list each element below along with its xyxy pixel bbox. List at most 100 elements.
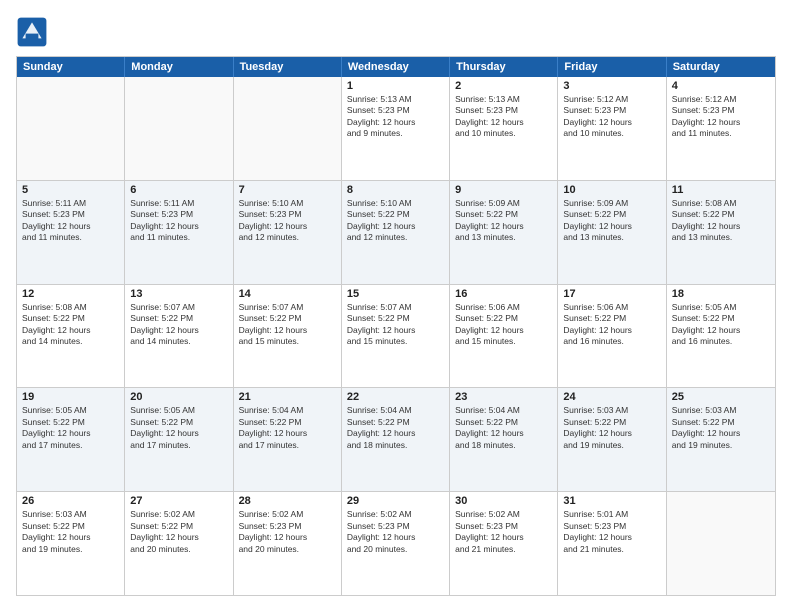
day-info: Sunrise: 5:11 AM Sunset: 5:23 PM Dayligh…	[22, 198, 119, 244]
day-info: Sunrise: 5:04 AM Sunset: 5:22 PM Dayligh…	[239, 405, 336, 451]
day-cell: 7 Sunrise: 5:10 AM Sunset: 5:23 PM Daylig…	[234, 181, 342, 284]
day-cell: 12 Sunrise: 5:08 AM Sunset: 5:22 PM Dayli…	[17, 285, 125, 388]
day-number: 6	[130, 184, 227, 196]
day-number: 30	[455, 495, 552, 507]
day-cell: 2 Sunrise: 5:13 AM Sunset: 5:23 PM Daylig…	[450, 77, 558, 180]
day-info: Sunrise: 5:06 AM Sunset: 5:22 PM Dayligh…	[563, 302, 660, 348]
day-cell	[234, 77, 342, 180]
day-cell: 5 Sunrise: 5:11 AM Sunset: 5:23 PM Daylig…	[17, 181, 125, 284]
day-info: Sunrise: 5:09 AM Sunset: 5:22 PM Dayligh…	[563, 198, 660, 244]
day-header: Tuesday	[234, 57, 342, 77]
day-info: Sunrise: 5:04 AM Sunset: 5:22 PM Dayligh…	[455, 405, 552, 451]
day-info: Sunrise: 5:07 AM Sunset: 5:22 PM Dayligh…	[239, 302, 336, 348]
day-number: 25	[672, 391, 770, 403]
page: SundayMondayTuesdayWednesdayThursdayFrid…	[0, 0, 792, 612]
day-number: 1	[347, 80, 444, 92]
day-info: Sunrise: 5:05 AM Sunset: 5:22 PM Dayligh…	[22, 405, 119, 451]
day-cell: 21 Sunrise: 5:04 AM Sunset: 5:22 PM Dayli…	[234, 388, 342, 491]
day-cell: 9 Sunrise: 5:09 AM Sunset: 5:22 PM Daylig…	[450, 181, 558, 284]
day-cell: 20 Sunrise: 5:05 AM Sunset: 5:22 PM Dayli…	[125, 388, 233, 491]
day-header: Thursday	[450, 57, 558, 77]
day-info: Sunrise: 5:02 AM Sunset: 5:22 PM Dayligh…	[130, 509, 227, 555]
day-cell: 18Sunrise: 5:05 AM Sunset: 5:22 PM Dayli…	[667, 285, 775, 388]
day-info: Sunrise: 5:03 AM Sunset: 5:22 PM Dayligh…	[563, 405, 660, 451]
day-cell: 15 Sunrise: 5:07 AM Sunset: 5:22 PM Dayli…	[342, 285, 450, 388]
day-cell: 6Sunrise: 5:11 AM Sunset: 5:23 PM Daylig…	[125, 181, 233, 284]
day-number: 23	[455, 391, 552, 403]
day-info: Sunrise: 5:03 AM Sunset: 5:22 PM Dayligh…	[22, 509, 119, 555]
day-cell: 11 Sunrise: 5:08 AM Sunset: 5:22 PM Dayli…	[667, 181, 775, 284]
weeks: 1 Sunrise: 5:13 AM Sunset: 5:23 PM Daylig…	[17, 77, 775, 595]
day-cell: 10Sunrise: 5:09 AM Sunset: 5:22 PM Dayli…	[558, 181, 666, 284]
day-info: Sunrise: 5:12 AM Sunset: 5:23 PM Dayligh…	[563, 94, 660, 140]
day-number: 2	[455, 80, 552, 92]
day-info: Sunrise: 5:07 AM Sunset: 5:22 PM Dayligh…	[347, 302, 444, 348]
day-cell: 16Sunrise: 5:06 AM Sunset: 5:22 PM Dayli…	[450, 285, 558, 388]
day-info: Sunrise: 5:05 AM Sunset: 5:22 PM Dayligh…	[672, 302, 770, 348]
day-number: 14	[239, 288, 336, 300]
day-cell: 27 Sunrise: 5:02 AM Sunset: 5:22 PM Dayli…	[125, 492, 233, 595]
day-info: Sunrise: 5:03 AM Sunset: 5:22 PM Dayligh…	[672, 405, 770, 451]
logo-icon	[16, 16, 48, 48]
day-cell: 8Sunrise: 5:10 AM Sunset: 5:22 PM Daylig…	[342, 181, 450, 284]
day-cell: 28 Sunrise: 5:02 AM Sunset: 5:23 PM Dayli…	[234, 492, 342, 595]
day-number: 29	[347, 495, 444, 507]
day-cell: 19 Sunrise: 5:05 AM Sunset: 5:22 PM Dayli…	[17, 388, 125, 491]
week-row: 19 Sunrise: 5:05 AM Sunset: 5:22 PM Dayli…	[17, 388, 775, 492]
day-info: Sunrise: 5:08 AM Sunset: 5:22 PM Dayligh…	[22, 302, 119, 348]
day-number: 19	[22, 391, 119, 403]
day-cell: 4Sunrise: 5:12 AM Sunset: 5:23 PM Daylig…	[667, 77, 775, 180]
day-number: 7	[239, 184, 336, 196]
day-cell	[125, 77, 233, 180]
day-number: 27	[130, 495, 227, 507]
day-number: 17	[563, 288, 660, 300]
day-info: Sunrise: 5:02 AM Sunset: 5:23 PM Dayligh…	[239, 509, 336, 555]
logo	[16, 16, 52, 48]
day-cell: 29 Sunrise: 5:02 AM Sunset: 5:23 PM Dayli…	[342, 492, 450, 595]
day-cell	[667, 492, 775, 595]
day-cell: 17 Sunrise: 5:06 AM Sunset: 5:22 PM Dayli…	[558, 285, 666, 388]
day-number: 5	[22, 184, 119, 196]
day-number: 15	[347, 288, 444, 300]
day-info: Sunrise: 5:13 AM Sunset: 5:23 PM Dayligh…	[455, 94, 552, 140]
day-number: 28	[239, 495, 336, 507]
day-number: 4	[672, 80, 770, 92]
day-info: Sunrise: 5:10 AM Sunset: 5:22 PM Dayligh…	[347, 198, 444, 244]
day-number: 13	[130, 288, 227, 300]
day-info: Sunrise: 5:10 AM Sunset: 5:23 PM Dayligh…	[239, 198, 336, 244]
day-info: Sunrise: 5:02 AM Sunset: 5:23 PM Dayligh…	[347, 509, 444, 555]
day-headers: SundayMondayTuesdayWednesdayThursdayFrid…	[17, 57, 775, 77]
day-number: 12	[22, 288, 119, 300]
day-header: Monday	[125, 57, 233, 77]
week-row: 1 Sunrise: 5:13 AM Sunset: 5:23 PM Daylig…	[17, 77, 775, 181]
day-number: 24	[563, 391, 660, 403]
day-cell: 30 Sunrise: 5:02 AM Sunset: 5:23 PM Dayli…	[450, 492, 558, 595]
week-row: 26 Sunrise: 5:03 AM Sunset: 5:22 PM Dayli…	[17, 492, 775, 595]
day-cell: 22Sunrise: 5:04 AM Sunset: 5:22 PM Dayli…	[342, 388, 450, 491]
day-cell: 26 Sunrise: 5:03 AM Sunset: 5:22 PM Dayli…	[17, 492, 125, 595]
day-info: Sunrise: 5:05 AM Sunset: 5:22 PM Dayligh…	[130, 405, 227, 451]
day-info: Sunrise: 5:09 AM Sunset: 5:22 PM Dayligh…	[455, 198, 552, 244]
day-header: Wednesday	[342, 57, 450, 77]
day-cell: 24 Sunrise: 5:03 AM Sunset: 5:22 PM Dayli…	[558, 388, 666, 491]
day-info: Sunrise: 5:02 AM Sunset: 5:23 PM Dayligh…	[455, 509, 552, 555]
day-number: 9	[455, 184, 552, 196]
day-number: 22	[347, 391, 444, 403]
day-number: 20	[130, 391, 227, 403]
day-number: 26	[22, 495, 119, 507]
day-number: 11	[672, 184, 770, 196]
week-row: 12 Sunrise: 5:08 AM Sunset: 5:22 PM Dayli…	[17, 285, 775, 389]
week-row: 5 Sunrise: 5:11 AM Sunset: 5:23 PM Daylig…	[17, 181, 775, 285]
day-cell: 3Sunrise: 5:12 AM Sunset: 5:23 PM Daylig…	[558, 77, 666, 180]
day-info: Sunrise: 5:07 AM Sunset: 5:22 PM Dayligh…	[130, 302, 227, 348]
day-cell: 23 Sunrise: 5:04 AM Sunset: 5:22 PM Dayli…	[450, 388, 558, 491]
calendar: SundayMondayTuesdayWednesdayThursdayFrid…	[16, 56, 776, 596]
day-cell: 31Sunrise: 5:01 AM Sunset: 5:23 PM Dayli…	[558, 492, 666, 595]
day-info: Sunrise: 5:08 AM Sunset: 5:22 PM Dayligh…	[672, 198, 770, 244]
day-info: Sunrise: 5:01 AM Sunset: 5:23 PM Dayligh…	[563, 509, 660, 555]
day-cell: 13 Sunrise: 5:07 AM Sunset: 5:22 PM Dayli…	[125, 285, 233, 388]
day-cell	[17, 77, 125, 180]
day-header: Saturday	[667, 57, 775, 77]
day-cell: 1Sunrise: 5:13 AM Sunset: 5:23 PM Daylig…	[342, 77, 450, 180]
day-number: 21	[239, 391, 336, 403]
